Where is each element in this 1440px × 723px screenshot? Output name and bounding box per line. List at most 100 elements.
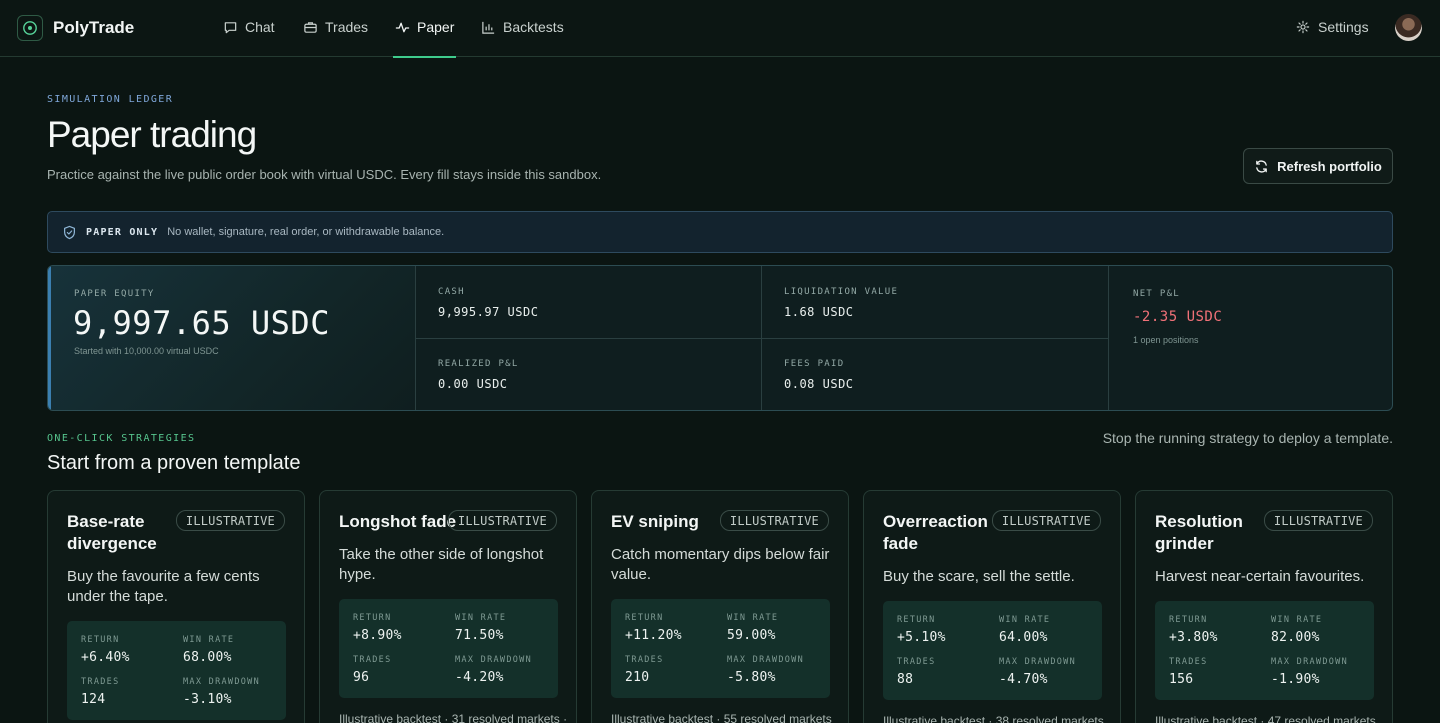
max-drawdown-value: -4.70% [999, 672, 1048, 687]
win-rate-value: 82.00% [1271, 630, 1320, 645]
return-label: RETURN [625, 613, 664, 623]
trades-value: 88 [897, 672, 914, 687]
liquidation-value: 1.68 USDC [784, 305, 854, 319]
strategy-description: Take the other side of longshot hype. [339, 546, 544, 583]
settings-button[interactable]: Settings [1296, 19, 1369, 35]
shield-icon [64, 225, 75, 239]
illustrative-badge: ILLUSTRATIVE [1263, 510, 1373, 531]
strategies-eyebrow: ONE-CLICK STRATEGIES [47, 433, 196, 444]
equity-value: 9,997.65 USDC [73, 304, 330, 342]
trades-value: 124 [81, 692, 106, 707]
equity-panel: PAPER EQUITY 9,997.65 USDC Started with … [48, 266, 415, 410]
nav-chat[interactable]: Chat [223, 19, 275, 57]
trades-label: TRADES [1169, 657, 1208, 667]
net-pnl-value: -2.35 USDC [1133, 309, 1223, 325]
net-pnl-label: NET P&L [1133, 289, 1181, 299]
return-label: RETURN [897, 615, 936, 625]
equity-label: PAPER EQUITY [74, 289, 155, 299]
strategy-description: Buy the favourite a few cents under the … [67, 568, 260, 605]
liquidation-label: LIQUIDATION VALUE [784, 287, 899, 297]
logo-icon[interactable] [17, 15, 43, 41]
win-rate-value: 68.00% [183, 650, 232, 665]
top-nav: PolyTrade Chat Trades Paper Backtests Se… [0, 0, 1440, 58]
max-drawdown-value: -5.80% [727, 670, 776, 685]
max-drawdown-label: MAX DRAWDOWN [727, 655, 805, 665]
return-value: +5.10% [897, 630, 946, 645]
strategy-metrics: RETURN +11.20% WIN RATE 59.00% TRADES 21… [611, 599, 830, 698]
refresh-icon [1256, 159, 1267, 173]
trades-value: 210 [625, 670, 650, 685]
trades-label: TRADES [897, 657, 936, 667]
win-rate-label: WIN RATE [455, 613, 507, 623]
return-value: +6.40% [81, 650, 130, 665]
max-drawdown-label: MAX DRAWDOWN [999, 657, 1077, 667]
avatar[interactable] [1395, 14, 1422, 41]
stats-divider [415, 338, 1108, 339]
strategy-card-4[interactable]: Overreaction fade ILLUSTRATIVE Buy the s… [863, 490, 1121, 723]
max-drawdown-value: -3.10% [183, 692, 232, 707]
trades-label: TRADES [353, 655, 392, 665]
return-label: RETURN [1169, 615, 1208, 625]
win-rate-value: 71.50% [455, 628, 504, 643]
win-rate-value: 64.00% [999, 630, 1048, 645]
gear-icon [1296, 20, 1310, 34]
max-drawdown-value: -4.20% [455, 670, 504, 685]
strategy-description: Catch momentary dips below fair value. [611, 546, 830, 583]
banner-tag: PAPER ONLY [86, 226, 159, 238]
nav-backtests[interactable]: Backtests [481, 19, 564, 57]
page-subtitle: Practice against the live public order b… [47, 167, 602, 182]
activity-icon [395, 22, 410, 33]
briefcase-icon [304, 22, 317, 33]
section-eyebrow: SIMULATION LEDGER [47, 94, 174, 105]
illustrative-badge: ILLUSTRATIVE [447, 510, 557, 531]
cash-label: CASH [438, 287, 465, 297]
strategy-metrics: RETURN +8.90% WIN RATE 71.50% TRADES 96 … [339, 599, 558, 698]
strategy-card-3[interactable]: EV sniping ILLUSTRATIVE Catch momentary … [591, 490, 849, 723]
win-rate-label: WIN RATE [1271, 615, 1323, 625]
strategy-metrics: RETURN +5.10% WIN RATE 64.00% TRADES 88 … [883, 601, 1102, 700]
strategy-footnote: Illustrative backtest · 55 resolved mark… [611, 712, 832, 723]
win-rate-value: 59.00% [727, 628, 776, 643]
bar-chart-icon [482, 21, 495, 34]
net-pnl-cell: NET P&L -2.35 USDC 1 open positions [1108, 266, 1392, 410]
win-rate-label: WIN RATE [727, 613, 779, 623]
win-rate-label: WIN RATE [183, 635, 235, 645]
max-drawdown-label: MAX DRAWDOWN [183, 677, 261, 687]
brand-name[interactable]: PolyTrade [53, 18, 134, 38]
strategy-metrics: RETURN +6.40% WIN RATE 68.00% TRADES 124… [67, 621, 286, 720]
realized-label: REALIZED P&L [438, 359, 519, 369]
trades-label: TRADES [625, 655, 664, 665]
nav-chat-label: Chat [245, 19, 275, 35]
max-drawdown-value: -1.90% [1271, 672, 1320, 687]
nav-trades-label: Trades [325, 19, 369, 35]
strategy-description: Harvest near-certain favourites. [1155, 568, 1365, 585]
trades-label: TRADES [81, 677, 120, 687]
max-drawdown-label: MAX DRAWDOWN [1271, 657, 1349, 667]
equity-note: Started with 10,000.00 virtual USDC [74, 346, 219, 356]
strategy-metrics: RETURN +3.80% WIN RATE 82.00% TRADES 156… [1155, 601, 1374, 700]
return-value: +11.20% [625, 628, 682, 643]
trades-value: 156 [1169, 672, 1194, 687]
fees-label: FEES PAID [784, 359, 845, 369]
trades-value: 96 [353, 670, 370, 685]
strategy-footnote: Illustrative backtest · 47 resolved mark… [1155, 714, 1376, 723]
return-value: +3.80% [1169, 630, 1218, 645]
illustrative-badge: ILLUSTRATIVE [175, 510, 285, 531]
strategy-card-1[interactable]: Base-rate divergence ILLUSTRATIVE Buy th… [47, 490, 305, 723]
strategy-card-5[interactable]: Resolution grinder ILLUSTRATIVE Harvest … [1135, 490, 1393, 723]
strategy-card-2[interactable]: Longshot fade ILLUSTRATIVE Take the othe… [319, 490, 577, 723]
return-value: +8.90% [353, 628, 402, 643]
nav-paper[interactable]: Paper [392, 19, 457, 58]
strategy-footnote: Illustrative backtest · 38 resolved mark… [883, 714, 1104, 723]
cash-value: 9,995.97 USDC [438, 305, 539, 319]
page-title: Paper trading [47, 114, 257, 155]
illustrative-badge: ILLUSTRATIVE [719, 510, 829, 531]
strategy-description: Buy the scare, sell the settle. [883, 568, 1075, 585]
refresh-label: Refresh portfolio [1277, 158, 1382, 174]
portfolio-stats: PAPER EQUITY 9,997.65 USDC Started with … [47, 265, 1393, 411]
nav-trades[interactable]: Trades [303, 19, 368, 57]
paper-only-banner: PAPER ONLY No wallet, signature, real or… [47, 211, 1393, 253]
chat-icon [224, 22, 237, 34]
refresh-portfolio-button[interactable]: Refresh portfolio [1243, 148, 1393, 184]
banner-text: No wallet, signature, real order, or wit… [167, 226, 445, 238]
